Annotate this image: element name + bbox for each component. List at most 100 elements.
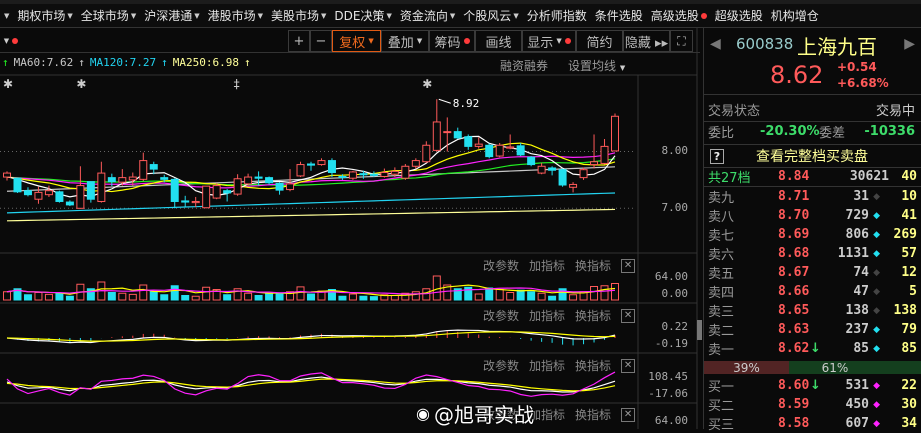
dot-icon: ◆: [873, 267, 880, 278]
volume-bar: [506, 292, 515, 301]
order-book-row[interactable]: 卖九 8.71 31 ◆ 10: [704, 187, 921, 206]
close-icon[interactable]: ✕: [621, 258, 636, 273]
level-label: 卖四: [708, 286, 735, 301]
level-label: 买二: [708, 399, 735, 414]
count: 12: [901, 265, 917, 280]
volume-bar: [548, 295, 557, 301]
dot-icon: ◆: [873, 399, 880, 410]
splitter-handle[interactable]: [697, 320, 702, 340]
macd-axis-label: -0.19: [654, 337, 688, 350]
candle: [13, 177, 22, 193]
add-indicator-button[interactable]: 加指标: [529, 357, 565, 374]
volume-bar: [369, 296, 378, 301]
volume-bar: [537, 292, 546, 301]
price: 8.68: [778, 246, 810, 261]
level-label: 买一: [708, 380, 735, 395]
volume-bar: [3, 291, 11, 301]
candle: [307, 163, 315, 166]
order-book-row[interactable]: 买二 8.59 450 ◆ 30: [704, 395, 921, 414]
volume: 138: [845, 303, 869, 318]
dot-icon: ◆: [873, 210, 880, 221]
add-indicator-button[interactable]: 加指标: [529, 406, 565, 423]
candle: [359, 173, 368, 176]
candle: [380, 172, 389, 177]
order-book-row[interactable]: 买一 8.60 ↓ 531 ◆ 22: [704, 376, 921, 395]
quote-panel: ◀ ▶ 600838 上海九百 8.62 +0.54 +6.68% 交易状态 交易…: [703, 28, 921, 433]
candle: [212, 185, 221, 199]
dot-icon: ◆: [873, 248, 880, 259]
edit-params-button[interactable]: 改参数: [483, 357, 519, 374]
candle: [569, 183, 578, 188]
order-book-row[interactable]: 卖一 8.62 ↓ 85 ◆ 85: [704, 339, 921, 358]
candle: [76, 185, 85, 209]
volume-bar: [149, 291, 158, 301]
swap-indicator-button[interactable]: 换指标: [575, 257, 611, 274]
count: 138: [893, 303, 917, 318]
next-stock-arrow-icon[interactable]: ▶: [904, 36, 915, 52]
sell-ratio-bar: 39%: [704, 361, 789, 375]
close-icon[interactable]: ✕: [621, 407, 636, 422]
count: 85: [901, 341, 917, 356]
price: 8.66: [778, 284, 810, 299]
menu-item[interactable]: 机构增仓: [767, 7, 823, 24]
ma-line-ma250: [6, 208, 616, 222]
order-book-row[interactable]: 卖六 8.68 1131 ◆ 57: [704, 244, 921, 263]
order-book-row[interactable]: 卖五 8.67 74 ◆ 12: [704, 263, 921, 282]
count: 79: [901, 322, 917, 337]
kdj-axis-label: -17.06: [648, 387, 688, 400]
order-book-row[interactable]: 卖七 8.69 806 ◆ 269: [704, 225, 921, 244]
candle: [128, 176, 137, 181]
event-marker-icon: ✱: [76, 77, 86, 91]
add-indicator-button[interactable]: 加指标: [529, 257, 565, 274]
menu-item[interactable]: 超级选股: [711, 7, 767, 24]
price-change: +0.54: [837, 60, 877, 74]
volume-bar: [495, 289, 504, 301]
volume: 531: [845, 378, 869, 393]
dot-icon: ◆: [873, 229, 880, 240]
count: 269: [893, 227, 917, 242]
volume-bar: [202, 286, 211, 301]
count: 22: [901, 378, 917, 393]
level-label: 卖六: [708, 248, 735, 263]
add-indicator-button[interactable]: 加指标: [529, 307, 565, 324]
volume: 1131: [837, 246, 869, 261]
volume-bar: [485, 287, 494, 301]
close-icon[interactable]: ✕: [621, 358, 636, 373]
level-label: 卖九: [708, 191, 735, 206]
price: 8.69: [778, 227, 810, 242]
candle: [160, 177, 169, 180]
volume-bar: [348, 293, 357, 301]
swap-indicator-button[interactable]: 换指标: [575, 406, 611, 423]
close-icon[interactable]: ✕: [621, 308, 636, 323]
order-book-row[interactable]: 卖二 8.63 237 ◆ 79: [704, 320, 921, 339]
swap-indicator-button[interactable]: 换指标: [575, 307, 611, 324]
volume-bar: [527, 291, 536, 301]
candle: [296, 164, 305, 177]
order-book-row[interactable]: 卖三 8.65 138 ◆ 138: [704, 301, 921, 320]
kdj-j-line: [6, 371, 616, 397]
order-book-row[interactable]: 买三 8.58 607 ◆ 34: [704, 414, 921, 433]
kdj-axis-label: 108.45: [648, 370, 688, 383]
volume-bar: [265, 293, 274, 301]
dot-icon: ◆: [873, 343, 880, 354]
kdj-k-line: [6, 376, 616, 393]
prev-stock-arrow-icon[interactable]: ◀: [710, 36, 721, 52]
candle: [107, 177, 116, 183]
swap-indicator-button[interactable]: 换指标: [575, 357, 611, 374]
volume-bar: [558, 288, 567, 301]
candle: [34, 191, 43, 200]
edit-params-button[interactable]: 改参数: [483, 307, 519, 324]
menu-label: 超级选股: [714, 9, 763, 23]
level-label: 买三: [708, 418, 735, 433]
candle: [86, 181, 95, 200]
edit-params-button[interactable]: 改参数: [483, 257, 519, 274]
full-book-link[interactable]: 查看完整档买卖盘: [756, 146, 868, 166]
volume-bar: [338, 295, 347, 301]
help-icon[interactable]: ?: [710, 148, 724, 164]
dot-icon: ◆: [873, 418, 880, 429]
order-book-row[interactable]: 卖八 8.70 729 ◆ 41: [704, 206, 921, 225]
volume-bar: [55, 292, 64, 301]
full-book-row[interactable]: ? 查看完整档买卖盘: [704, 145, 921, 167]
order-book-row[interactable]: 卖四 8.66 47 ◆ 5: [704, 282, 921, 301]
candle: [275, 182, 284, 191]
